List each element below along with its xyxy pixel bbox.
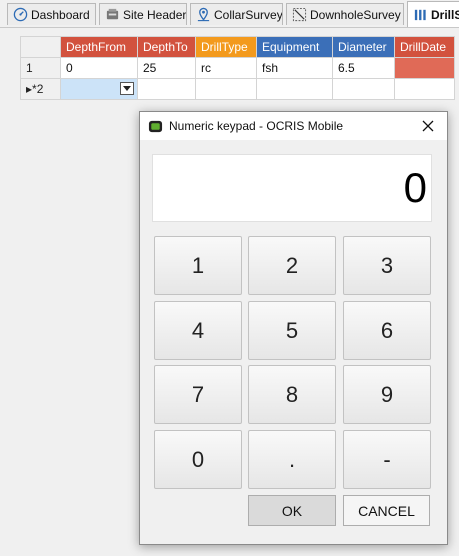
cell-depthto[interactable]: 25 bbox=[137, 57, 196, 79]
key-1[interactable]: 1 bbox=[154, 236, 242, 295]
cell-drilldate[interactable] bbox=[394, 78, 455, 100]
dropdown-arrow-icon[interactable] bbox=[120, 82, 134, 95]
numeric-keypad-dialog: Numeric keypad - OCRIS Mobile 0 1 2 3 4 … bbox=[139, 111, 448, 545]
column-header-drilldate[interactable]: DrillDate bbox=[394, 36, 455, 58]
column-header-depthto[interactable]: DepthTo bbox=[137, 36, 196, 58]
row-header[interactable]: 1 bbox=[20, 57, 61, 79]
grid-corner[interactable] bbox=[20, 36, 61, 58]
key-4[interactable]: 4 bbox=[154, 301, 242, 360]
cancel-button[interactable]: CANCEL bbox=[343, 495, 430, 526]
downhole-survey-icon bbox=[292, 7, 307, 22]
key-5[interactable]: 5 bbox=[248, 301, 336, 360]
column-header-drilltype[interactable]: DrillType bbox=[195, 36, 257, 58]
close-icon bbox=[422, 120, 434, 132]
key-minus[interactable]: - bbox=[343, 430, 431, 489]
drill-data-grid: DepthFrom DepthTo DrillType Equipment Di… bbox=[20, 36, 455, 100]
new-row-header[interactable]: ▸*2 bbox=[20, 78, 61, 100]
table-row: 1 0 25 rc fsh 6.5 bbox=[20, 57, 455, 79]
cell-depthto[interactable] bbox=[137, 78, 196, 100]
key-0[interactable]: 0 bbox=[154, 430, 242, 489]
column-header-diameter[interactable]: Diameter bbox=[332, 36, 395, 58]
key-8[interactable]: 8 bbox=[248, 365, 336, 424]
keypad-display: 0 bbox=[152, 154, 432, 222]
key-9[interactable]: 9 bbox=[343, 365, 431, 424]
document-tab-strip: Dashboard Site Header CollarSurvey Downh… bbox=[0, 0, 459, 28]
cell-diameter[interactable]: 6.5 bbox=[332, 57, 395, 79]
tab-drill-active[interactable]: DrillS bbox=[407, 1, 459, 27]
tab-label: Dashboard bbox=[31, 7, 90, 22]
tab-label: DownholeSurvey bbox=[310, 7, 401, 22]
grid-header-row: DepthFrom DepthTo DrillType Equipment Di… bbox=[20, 36, 455, 58]
cell-drilltype[interactable] bbox=[195, 78, 257, 100]
close-button[interactable] bbox=[409, 112, 447, 140]
ok-button[interactable]: OK bbox=[248, 495, 336, 526]
dialog-title-bar[interactable]: Numeric keypad - OCRIS Mobile bbox=[140, 112, 447, 140]
cell-depthfrom[interactable]: 0 bbox=[60, 57, 138, 79]
column-header-depthfrom[interactable]: DepthFrom bbox=[60, 36, 138, 58]
collar-survey-icon bbox=[197, 7, 210, 22]
tab-label: DrillS bbox=[431, 7, 459, 22]
key-3[interactable]: 3 bbox=[343, 236, 431, 295]
tab-label: CollarSurvey bbox=[214, 7, 283, 22]
tab-dashboard[interactable]: Dashboard bbox=[7, 3, 96, 25]
cell-depthfrom-editing[interactable] bbox=[60, 78, 138, 100]
key-decimal-point[interactable]: . bbox=[248, 430, 336, 489]
tab-site-header[interactable]: Site Header bbox=[99, 3, 187, 25]
cell-equipment[interactable]: fsh bbox=[256, 57, 333, 79]
column-header-equipment[interactable]: Equipment bbox=[256, 36, 333, 58]
key-6[interactable]: 6 bbox=[343, 301, 431, 360]
cell-diameter[interactable] bbox=[332, 78, 395, 100]
cell-drilldate[interactable] bbox=[394, 57, 455, 79]
key-2[interactable]: 2 bbox=[248, 236, 336, 295]
dashboard-icon bbox=[13, 7, 28, 22]
drill-icon bbox=[414, 9, 426, 21]
cell-drilltype[interactable]: rc bbox=[195, 57, 257, 79]
tab-collar-survey[interactable]: CollarSurvey bbox=[190, 3, 283, 25]
dialog-title: Numeric keypad - OCRIS Mobile bbox=[169, 119, 344, 133]
tab-downhole-survey[interactable]: DownholeSurvey bbox=[286, 3, 404, 25]
tab-label: Site Header bbox=[123, 7, 187, 22]
table-row-new: ▸*2 bbox=[20, 78, 455, 100]
cell-equipment[interactable] bbox=[256, 78, 333, 100]
ocris-app-icon bbox=[148, 120, 163, 132]
site-header-icon bbox=[106, 8, 119, 20]
key-7[interactable]: 7 bbox=[154, 365, 242, 424]
